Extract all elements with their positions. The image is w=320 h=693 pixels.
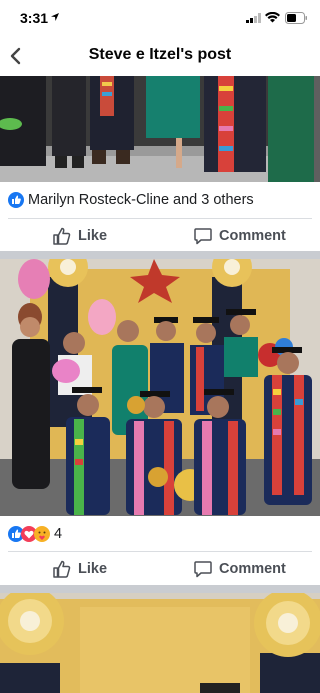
location-arrow-icon	[51, 13, 59, 21]
care-reaction-icon	[34, 526, 50, 542]
like-label: Like	[78, 228, 108, 244]
post-photo-1[interactable]	[0, 76, 320, 182]
graduation-photo-1	[0, 76, 320, 182]
signal-icon	[246, 13, 261, 23]
like-thumb-icon	[53, 560, 71, 578]
status-bar: 3:31	[0, 0, 320, 36]
like-button[interactable]: Like	[52, 219, 107, 253]
graduation-photo-3	[0, 593, 320, 693]
post-photo-3[interactable]	[0, 593, 320, 693]
comment-button[interactable]: Comment	[193, 552, 286, 586]
like-label: Like	[78, 561, 108, 577]
post-separator	[0, 251, 320, 259]
action-row-2: Like Comment	[0, 552, 320, 586]
like-thumb-icon	[53, 227, 71, 245]
comment-button[interactable]: Comment	[193, 219, 286, 253]
comment-label: Comment	[219, 228, 286, 244]
battery-icon	[285, 12, 307, 24]
wifi-icon	[265, 12, 280, 23]
post-separator	[0, 585, 320, 593]
reactions-text: Marilyn Rosteck-Cline and 3 others	[28, 192, 254, 208]
graduation-photo-2	[0, 259, 320, 516]
comment-bubble-icon	[194, 228, 212, 245]
comment-label: Comment	[219, 561, 286, 577]
reactions-summary-2[interactable]: 4	[0, 518, 320, 550]
post-photo-2[interactable]	[0, 259, 320, 516]
action-row-1: Like Comment	[0, 219, 320, 253]
like-reaction-icon	[8, 192, 24, 208]
like-button[interactable]: Like	[52, 552, 107, 586]
comment-bubble-icon	[194, 561, 212, 578]
reactions-count: 4	[54, 526, 63, 542]
navigation-bar: Steve e Itzel's post	[0, 36, 320, 76]
status-time: 3:31	[20, 10, 49, 26]
page-title: Steve e Itzel's post	[88, 46, 232, 63]
reactions-summary-1[interactable]: Marilyn Rosteck-Cline and 3 others	[0, 184, 320, 216]
